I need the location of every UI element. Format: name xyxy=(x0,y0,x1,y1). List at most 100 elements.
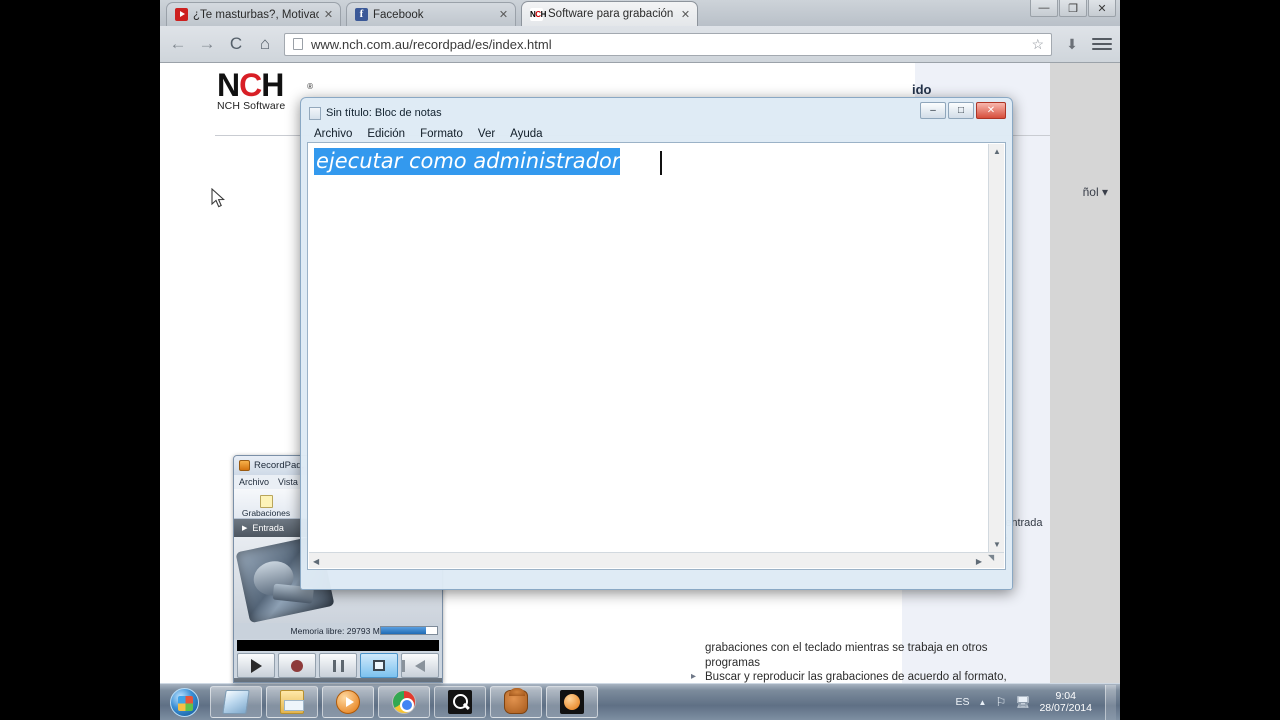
output-label: Salida xyxy=(256,681,281,683)
scroll-down-icon[interactable]: ▼ xyxy=(993,540,1001,549)
folder-icon xyxy=(280,690,304,714)
close-button[interactable]: ✕ xyxy=(1088,0,1116,17)
chrome-taskbar-item[interactable] xyxy=(378,686,430,718)
logo-text: NCH ® xyxy=(217,67,313,103)
vu-meter xyxy=(237,640,439,651)
system-tray: ES ▲ ⚐ 🖥 9:04 28/07/2014 xyxy=(956,684,1121,720)
feature-bullet-list-right: grabaciones con el teclado mientras se t… xyxy=(688,641,1038,683)
tab-nch-recordpad[interactable]: NCH Software para grabación d ✕ xyxy=(521,1,698,26)
scroll-left-icon[interactable]: ◀ xyxy=(313,557,319,566)
play-button[interactable] xyxy=(237,653,275,678)
windows-start-orb[interactable] xyxy=(162,686,206,718)
magnifier-icon xyxy=(448,690,472,714)
notepad-title: Sin título: Bloc de notas xyxy=(326,107,442,119)
download-arrow-icon[interactable]: ⬇ xyxy=(1061,33,1083,55)
close-button[interactable]: ✕ xyxy=(976,102,1006,119)
vertical-scrollbar[interactable]: ▲ ▼ xyxy=(988,144,1004,552)
grabaciones-button[interactable]: Grabaciones xyxy=(240,494,292,518)
youtube-icon xyxy=(175,8,188,21)
menu-archivo[interactable]: Archivo xyxy=(239,477,269,487)
notepad-taskbar-item[interactable] xyxy=(210,686,262,718)
menu-edicion[interactable]: Edición xyxy=(367,128,405,140)
memory-bar xyxy=(380,626,438,635)
minimize-button[interactable]: — xyxy=(1030,0,1058,17)
tab-title: Facebook xyxy=(373,8,424,21)
chrome-icon xyxy=(392,690,416,714)
recordpad-icon xyxy=(239,460,250,471)
tab-title: ¿Te masturbas?, Motivació xyxy=(193,8,319,21)
output-section-header[interactable]: ▼ Salida xyxy=(234,678,442,683)
hamburger-menu-icon[interactable] xyxy=(1092,34,1112,54)
url-text: www.nch.com.au/recordpad/es/index.html xyxy=(311,36,552,52)
glove-taskbar-item[interactable] xyxy=(490,686,542,718)
menu-ver[interactable]: Ver xyxy=(478,128,495,140)
tab-close-icon[interactable]: ✕ xyxy=(323,8,334,21)
tab-strip: ¿Te masturbas?, Motivació ✕ f Facebook ✕… xyxy=(160,0,1120,26)
language-selector[interactable]: ñol ▾ xyxy=(1083,185,1108,199)
resize-grip[interactable]: ◥ xyxy=(988,553,1002,567)
notepad-icon xyxy=(309,106,321,120)
screen: ¿Te masturbas?, Motivació ✕ f Facebook ✕… xyxy=(0,0,1280,720)
pause-icon xyxy=(332,659,344,672)
clock[interactable]: 9:04 28/07/2014 xyxy=(1039,690,1092,714)
list-item: Buscar y reproducir las grabaciones de a… xyxy=(688,670,1038,683)
tab-facebook[interactable]: f Facebook ✕ xyxy=(346,2,516,26)
show-hidden-icons-button[interactable]: ▲ xyxy=(979,698,987,707)
stop-icon xyxy=(373,660,385,671)
menu-formato[interactable]: Formato xyxy=(420,128,463,140)
logo-subtitle: NCH Software xyxy=(217,100,286,112)
back-icon[interactable]: ← xyxy=(168,34,188,54)
scroll-right-icon[interactable]: ▶ xyxy=(976,557,982,566)
tab-close-icon[interactable]: ✕ xyxy=(680,8,691,21)
media-player-taskbar-item[interactable] xyxy=(322,686,374,718)
text-caret xyxy=(660,151,662,175)
explorer-taskbar-item[interactable] xyxy=(266,686,318,718)
show-desktop-button[interactable] xyxy=(1105,684,1116,720)
minimize-button[interactable]: – xyxy=(920,102,946,119)
letterbox-left xyxy=(0,0,160,720)
memory-status: Memoria libre: 29793 MB xyxy=(234,623,442,639)
menu-archivo[interactable]: Archivo xyxy=(314,128,352,140)
tab-youtube[interactable]: ¿Te masturbas?, Motivació ✕ xyxy=(166,2,341,26)
notepad-text-area[interactable]: ejecutar como administrador ▲ ▼ ◀ ▶ ◥ xyxy=(307,142,1006,570)
search-taskbar-item[interactable] xyxy=(434,686,486,718)
stop-button[interactable] xyxy=(360,653,398,678)
tab-title: Software para grabación d xyxy=(548,8,676,20)
clock-date: 28/07/2014 xyxy=(1039,702,1092,714)
notepad-window-controls: – □ ✕ xyxy=(920,102,1006,119)
flag-icon[interactable]: ⚐ xyxy=(995,695,1006,709)
network-icon[interactable]: 🖥 xyxy=(1015,695,1030,709)
notepad-window[interactable]: Sin título: Bloc de notas – □ ✕ Archivo … xyxy=(300,97,1013,590)
record-button[interactable] xyxy=(278,653,316,678)
notepad-title-bar[interactable]: Sin título: Bloc de notas – □ ✕ xyxy=(305,102,1008,124)
chevron-down-icon: ▼ xyxy=(242,681,251,683)
nch-logo[interactable]: NCH ® NCH Software xyxy=(217,67,313,118)
chevron-right-icon: ▶ xyxy=(242,525,248,532)
reload-icon[interactable]: C xyxy=(226,34,246,54)
language-indicator[interactable]: ES xyxy=(956,696,970,708)
pause-button[interactable] xyxy=(319,653,357,678)
nch-icon: NCH xyxy=(530,7,546,21)
list-item: grabaciones con el teclado mientras se t… xyxy=(705,642,988,669)
menu-vista[interactable]: Vista xyxy=(278,477,298,487)
forward-icon[interactable]: → xyxy=(197,34,217,54)
grabaciones-label: Grabaciones xyxy=(241,508,291,518)
notepad-menu-bar: Archivo Edición Formato Ver Ayuda xyxy=(305,124,1008,143)
skip-back-button[interactable] xyxy=(401,653,439,678)
address-bar[interactable]: www.nch.com.au/recordpad/es/index.html ☆ xyxy=(284,32,1052,56)
recordpad-taskbar-item[interactable] xyxy=(546,686,598,718)
page-icon xyxy=(293,38,303,50)
horizontal-scrollbar[interactable]: ◀ ▶ ◥ xyxy=(309,552,1004,568)
maximize-button[interactable]: □ xyxy=(948,102,974,119)
memory-label: Memoria libre: 29793 MB xyxy=(290,626,386,636)
browser-window-controls: — ❐ ✕ xyxy=(1030,0,1116,17)
bookmark-star-icon[interactable]: ☆ xyxy=(1031,36,1044,53)
menu-ayuda[interactable]: Ayuda xyxy=(510,128,542,140)
home-icon[interactable]: ⌂ xyxy=(255,34,275,54)
scroll-up-icon[interactable]: ▲ xyxy=(993,147,1001,156)
mouse-cursor xyxy=(211,188,225,208)
maximize-button[interactable]: ❐ xyxy=(1059,0,1087,17)
skip-back-icon xyxy=(402,659,425,672)
tab-close-icon[interactable]: ✕ xyxy=(498,8,509,21)
notepad-selected-text[interactable]: ejecutar como administrador xyxy=(314,148,621,175)
